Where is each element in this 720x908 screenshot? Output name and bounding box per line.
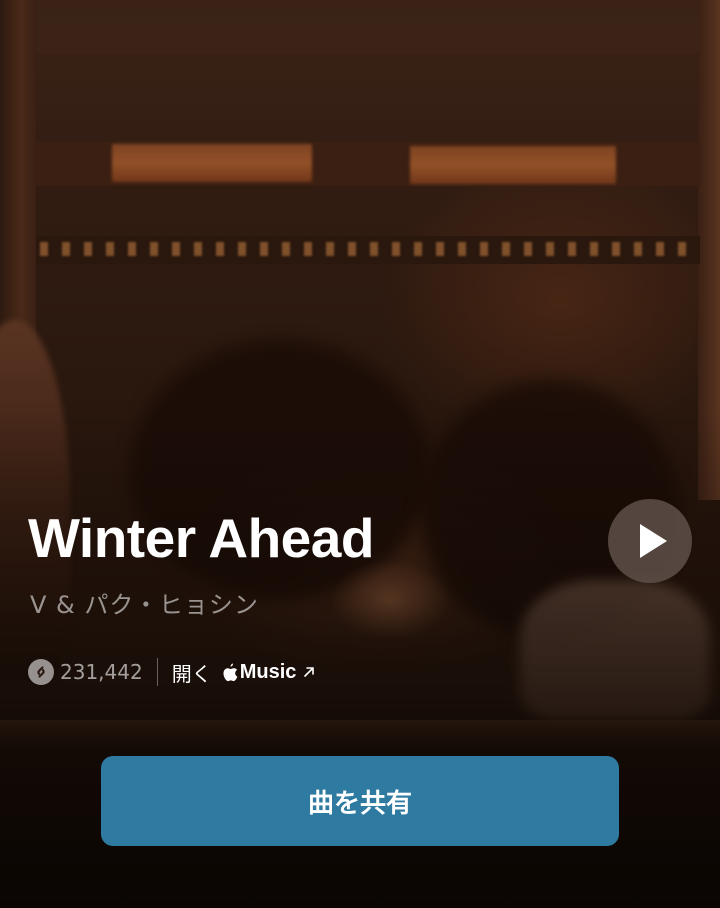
artist-name[interactable]: V & パク・ヒョシン [30, 585, 259, 620]
apple-logo-icon [223, 663, 238, 681]
song-screen: Winter Ahead V & パク・ヒョシン 231,442 開く Musi… [0, 0, 720, 908]
shazam-icon [28, 659, 54, 685]
play-button[interactable] [608, 499, 692, 583]
song-meta-row: 231,442 開く Music [28, 656, 316, 688]
shazam-count: 231,442 [60, 660, 143, 684]
divider [156, 658, 158, 686]
play-icon [640, 524, 667, 558]
open-in-apple-music-link[interactable]: 開く Music [172, 658, 317, 687]
open-label: 開く [171, 661, 212, 686]
song-title: Winter Ahead [28, 507, 374, 569]
share-song-button[interactable]: 曲を共有 [101, 756, 619, 846]
arrow-up-right-icon [304, 667, 315, 677]
service-label: Music [239, 660, 297, 683]
